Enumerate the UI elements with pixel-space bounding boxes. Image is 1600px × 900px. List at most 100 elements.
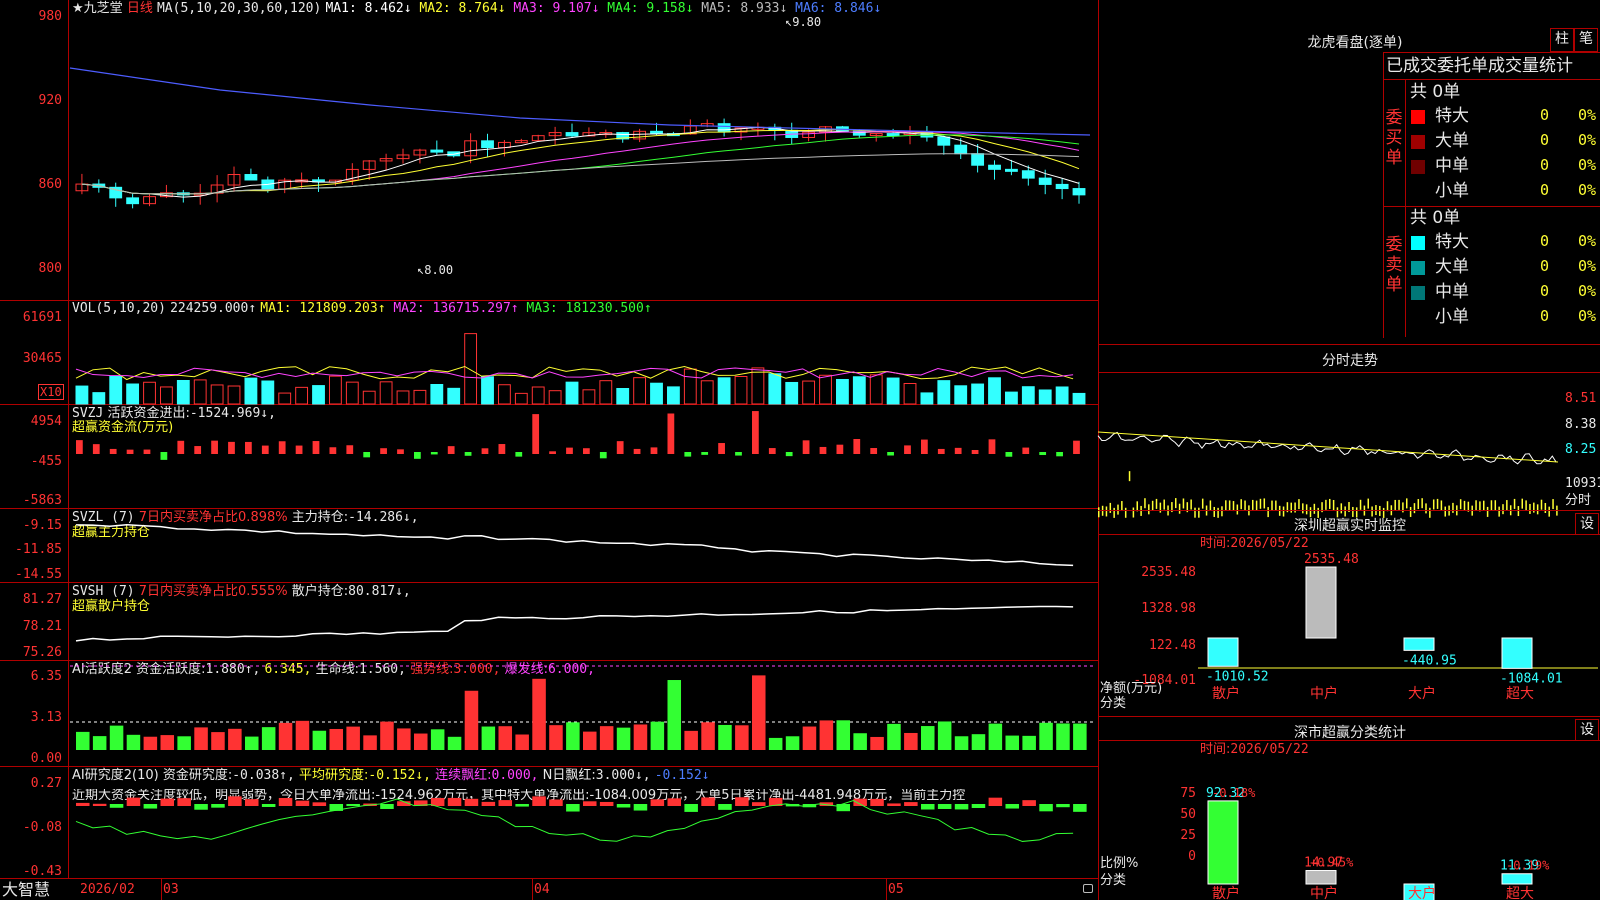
activity-bar [819,720,834,750]
volume-bar [903,383,917,405]
intraday-volume-bar [1513,498,1516,509]
research-bar [515,804,529,807]
order-pct: 0% [1578,257,1597,275]
intraday-volume-bar [1533,502,1535,513]
category-label: 超大 [1506,886,1534,900]
intraday-volume-bar [1225,500,1227,511]
bar-view-button[interactable]: 柱 [1550,28,1574,52]
flow-bar [802,440,810,454]
ai-active-axis-label: 0.00 [30,751,62,766]
research-bar [261,804,276,807]
time-tick [886,878,887,900]
activity-bar [802,726,817,750]
activity-bar [177,736,191,750]
volume-bar [886,377,900,405]
research-bar [481,801,496,806]
research-bar [295,800,310,806]
candle-body [886,133,900,137]
flow-bar [109,448,117,454]
flow-bar [684,452,692,457]
flow-bar [701,452,709,455]
flow-bar [143,449,151,454]
change-label: -0.18% [1212,786,1256,800]
intraday-volume-bar [1436,498,1439,509]
research-bar [447,797,462,806]
research-bar [904,802,918,806]
order-count: 0 [1540,307,1550,325]
volume-bar [683,368,697,405]
activity-bar [667,680,682,750]
candlestick-chart[interactable] [69,0,1096,300]
order-count: 0 [1540,232,1550,250]
sz-class-settings-button[interactable]: 设 [1575,719,1599,741]
volume-chart[interactable] [70,300,1096,405]
activity-bar [549,725,563,750]
svzj-chart[interactable] [70,404,1096,508]
ai-active-chart[interactable] [70,660,1096,766]
research-bar [853,798,867,806]
ai-research-chart[interactable] [70,766,1096,878]
activity-bar [1022,735,1036,750]
activity-bar [126,734,141,750]
flow-bar [768,448,776,454]
candle-body [1055,183,1069,190]
svsh-chart[interactable] [70,582,1096,660]
activity-bar [380,721,394,750]
flow-bar [397,449,404,454]
volume-bar [143,381,156,405]
tick-view-button[interactable]: 笔 [1574,28,1598,52]
sz-monitor-settings-button[interactable]: 设 [1575,513,1599,535]
volume-bar [785,381,799,405]
volume-bar [988,377,1001,405]
volume-bar [413,389,427,405]
sz-monitor-y-label: 净额(万元) [1100,681,1163,696]
research-bar [752,802,766,806]
intraday-volume-bar [1486,506,1489,517]
flow-bar [126,449,134,454]
research-bar [532,796,546,806]
flow-bar [650,447,658,454]
intraday-chart[interactable] [1097,372,1562,518]
sz-monitor-axis-label: 122.48 [1149,638,1196,653]
ai-research-axis-label: -0.08 [22,820,62,835]
intraday-volume-bar [1398,499,1400,510]
intraday-volume-bar [1213,506,1215,517]
activity-bar [836,720,851,750]
candle-body [1005,168,1018,172]
holding-line [75,524,1074,567]
sz-class-bar-chart[interactable]: 92.32散户-0.18%14.97中户+0.45%-18.68大户11.39超… [1198,756,1598,900]
intraday-volume-bar [1340,503,1343,514]
flow-bar [532,414,540,454]
research-bar [870,798,884,806]
order-size-label: 小单 [1435,307,1469,327]
volume-bar [345,381,359,405]
lock-icon[interactable] [1083,884,1093,893]
flow-bar [312,441,320,454]
svzl-chart[interactable] [70,508,1096,582]
research-bar [126,797,141,806]
intraday-volume-bar [1105,506,1108,517]
flow-bar [752,411,759,454]
intraday-volume-bar [1313,503,1316,514]
panel-divider [1383,206,1600,207]
volume-bar [802,380,816,405]
candle-body [650,130,663,135]
intraday-volume-bar [1367,498,1369,509]
flow-bar [76,440,83,454]
activity-bar [346,726,360,750]
activity-bar [701,722,715,750]
sz-monitor-bar-chart[interactable]: -1010.52散户 2535.48 中户 -440.95 大户 -1084.01超大 [1198,548,1598,712]
panel-divider [1098,510,1600,511]
category-bar [1403,637,1435,651]
activity-bar [684,730,698,750]
research-bar [245,799,259,806]
intraday-volume-bar [1544,502,1547,513]
flow-bar [988,439,996,454]
sell-total: 共 0单 [1410,208,1461,228]
research-bar [380,804,394,809]
brand-logo[interactable]: 大智慧 [2,881,50,899]
change-label: -0.19% [1506,859,1550,873]
intraday-volume-bar [1529,503,1531,514]
svzl-axis-label: -9.15 [22,518,62,533]
flow-bar [667,413,675,454]
